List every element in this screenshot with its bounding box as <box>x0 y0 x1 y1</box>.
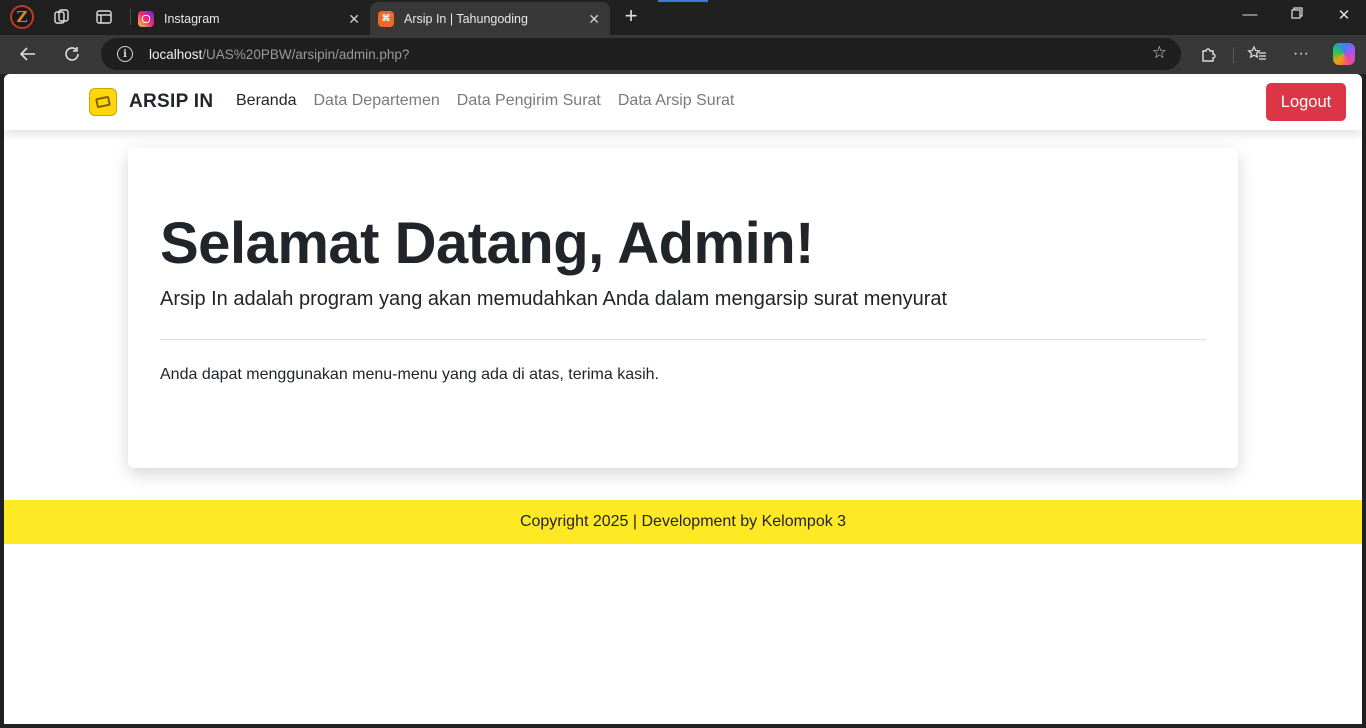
restore-icon[interactable] <box>1287 6 1307 23</box>
toolbar-separator <box>1233 47 1234 63</box>
tab-separator <box>130 9 131 25</box>
xampp-icon: ⌘ <box>378 10 394 27</box>
tab-title: Arsip In | Tahungoding <box>404 11 528 26</box>
copilot-icon[interactable] <box>1333 43 1355 65</box>
nav-data-departemen[interactable]: Data Departemen <box>314 92 440 110</box>
tab-arsip-in[interactable]: ⌘ Arsip In | Tahungoding ✕ <box>370 2 610 35</box>
close-icon[interactable]: ✕ <box>588 11 600 28</box>
logout-button[interactable]: Logout <box>1266 83 1346 121</box>
site-footer: Copyright 2025 | Development by Kelompok… <box>4 500 1362 544</box>
site-navbar: ARSIP IN Beranda Data Departemen Data Pe… <box>4 74 1362 130</box>
instagram-icon <box>138 10 154 27</box>
profile-avatar[interactable]: Z <box>10 5 34 29</box>
nav-data-arsip-surat[interactable]: Data Arsip Surat <box>618 92 735 110</box>
nav-data-pengirim-surat[interactable]: Data Pengirim Surat <box>457 92 601 110</box>
address-toolbar: i localhost/UAS%20PBW/arsipin/admin.php?… <box>0 35 1366 74</box>
ellipsis-icon[interactable]: ··· <box>1290 43 1312 65</box>
browser-tab-bar: Z Instagram ✕ ⌘ Arsip In | Tahungoding ✕… <box>0 0 1366 35</box>
vertical-tabs-icon[interactable] <box>92 5 116 29</box>
main-menu: Beranda Data Departemen Data Pengirim Su… <box>236 92 734 110</box>
welcome-text: Anda dapat menggunakan menu-menu yang ad… <box>160 366 659 383</box>
star-icon[interactable]: ☆ <box>1152 43 1167 63</box>
minimize-icon[interactable]: — <box>1240 6 1260 23</box>
arrow-left-icon[interactable] <box>16 42 40 66</box>
favorites-list-icon[interactable] <box>1246 43 1268 65</box>
divider <box>160 339 1206 340</box>
workspaces-icon[interactable] <box>50 5 74 29</box>
reload-icon[interactable] <box>60 42 84 66</box>
welcome-title: Selamat Datang, Admin! <box>160 211 814 276</box>
welcome-lead: Arsip In adalah program yang akan memuda… <box>160 288 948 310</box>
url-path: /UAS%20PBW/arsipin/admin.php? <box>202 46 410 62</box>
page-viewport: ARSIP IN Beranda Data Departemen Data Pe… <box>4 74 1362 724</box>
footer-copyright: Copyright 2025 | Development by Kelompok… <box>519 513 847 530</box>
site-brand[interactable]: ARSIP IN <box>129 91 213 113</box>
profile-letter: Z <box>16 8 28 26</box>
url-text[interactable]: localhost/UAS%20PBW/arsipin/admin.php? <box>149 47 409 62</box>
archive-logo-icon[interactable] <box>89 88 117 116</box>
tab-highlight <box>658 0 708 2</box>
puzzle-icon[interactable] <box>1198 43 1220 65</box>
info-icon[interactable]: i <box>117 46 133 62</box>
tab-title: Instagram <box>164 11 220 26</box>
url-host: localhost <box>149 46 203 62</box>
nav-beranda[interactable]: Beranda <box>236 92 297 110</box>
new-tab-button[interactable]: + <box>620 5 642 27</box>
welcome-card: Selamat Datang, Admin! Arsip In adalah p… <box>128 148 1238 468</box>
window-close-icon[interactable]: ✕ <box>1334 6 1354 24</box>
close-icon[interactable]: ✕ <box>348 11 360 28</box>
tab-instagram[interactable]: Instagram ✕ <box>136 2 370 35</box>
url-bar[interactable]: i localhost/UAS%20PBW/arsipin/admin.php?… <box>101 38 1181 70</box>
